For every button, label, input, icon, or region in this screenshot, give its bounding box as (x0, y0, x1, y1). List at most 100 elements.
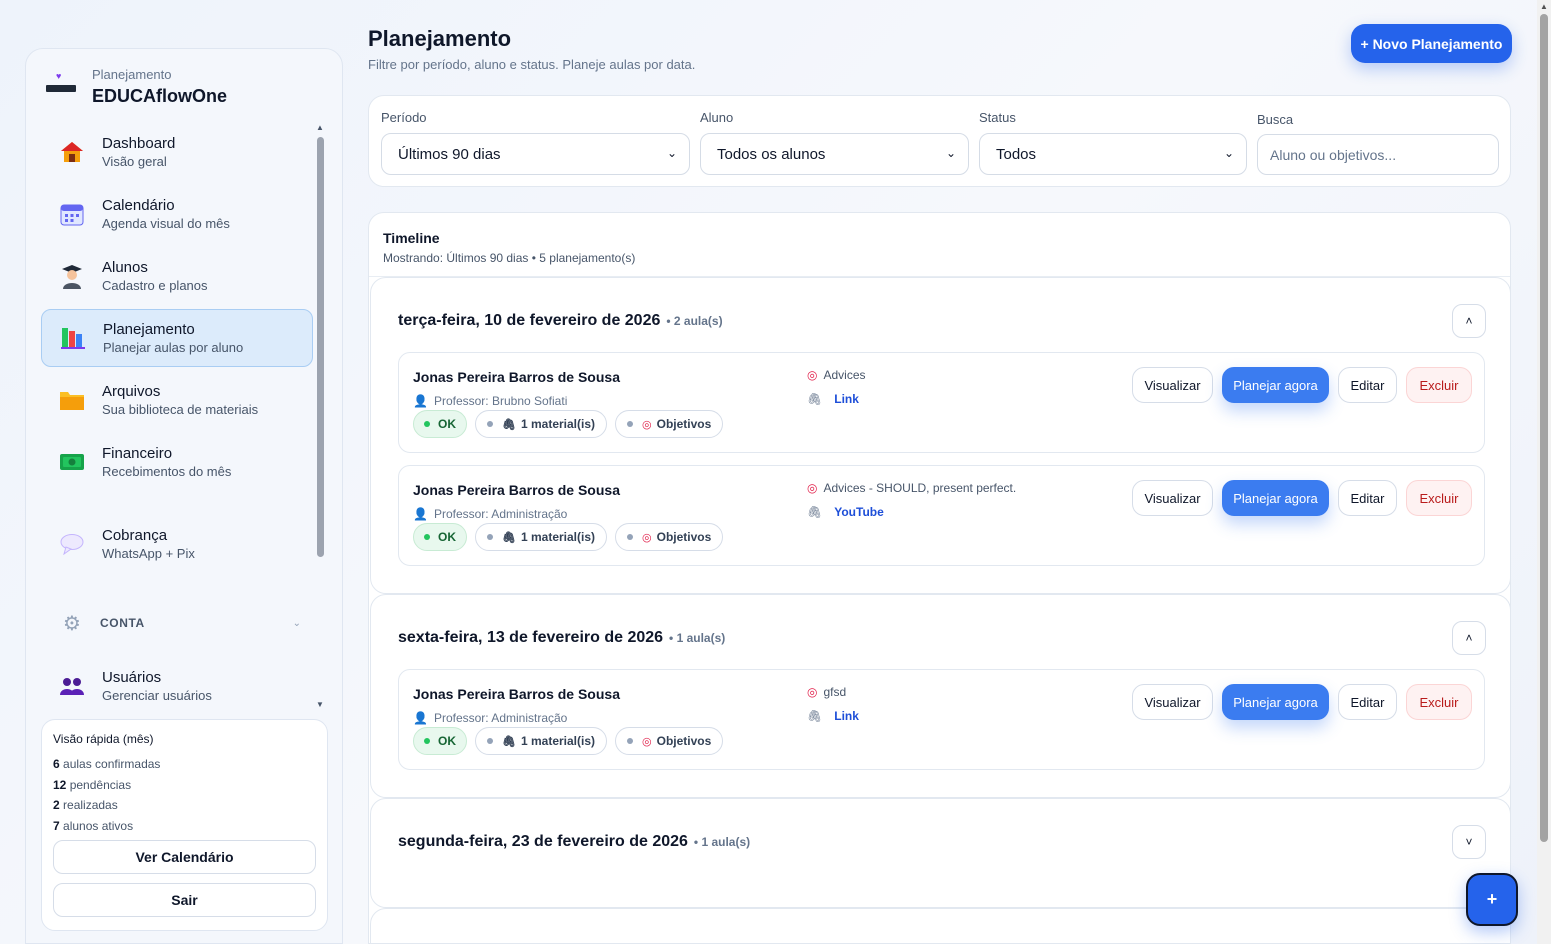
day-title: segunda-feira, 23 de fevereiro de 2026 • … (398, 833, 751, 850)
status-select[interactable]: Todos ⌄ (979, 133, 1247, 175)
status-badge: OK (413, 727, 467, 755)
chevron-down-icon: ⌄ (1223, 146, 1234, 160)
edit-button[interactable]: Editar (1338, 367, 1397, 403)
logout-button[interactable]: Sair (53, 883, 316, 917)
target-icon: ◎ (642, 418, 652, 431)
delete-button[interactable]: Excluir (1406, 367, 1472, 403)
materials-chip: 🖇 1 material(is) (475, 523, 608, 551)
target-icon: ◎ (807, 481, 818, 495)
fab-add-button[interactable]: + (1466, 873, 1518, 926)
edit-button[interactable]: Editar (1338, 684, 1397, 720)
sidebar-item-financeiro[interactable]: Financeiro Recebimentos do mês (41, 433, 313, 491)
sidebar-item-desc: Recebimentos do mês (102, 464, 232, 479)
scrollbar-thumb[interactable] (317, 137, 324, 557)
search-input[interactable] (1257, 134, 1499, 175)
status-badge: OK (413, 523, 467, 551)
professor: 👤 Professor: Brubno Sofiati (413, 394, 568, 408)
material: 🖇 Link (807, 709, 859, 723)
sidebar-item-label: Arquivos (102, 383, 161, 400)
plan-now-button[interactable]: Planejar agora (1222, 367, 1329, 403)
day-count: • 1 aula(s) (693, 835, 751, 849)
scroll-down-icon[interactable]: ▼ (315, 700, 325, 709)
brand-subtitle: Planejamento (92, 67, 172, 82)
status-label: Status (979, 110, 1016, 125)
material-link[interactable]: Link (834, 709, 859, 723)
new-planning-button[interactable]: + Novo Planejamento (1351, 24, 1512, 63)
student-name: Jonas Pereira Barros de Sousa (413, 369, 620, 385)
period-select[interactable]: Últimos 90 dias ⌄ (381, 133, 690, 175)
card-actions: Visualizar Planejar agora Editar Excluir (1132, 684, 1472, 720)
scrollbar-thumb[interactable] (1540, 14, 1548, 842)
material-link[interactable]: YouTube (834, 505, 884, 519)
person-icon: 👤 (413, 711, 428, 725)
sidebar-item-calendario[interactable]: Calendário Agenda visual do mês (41, 185, 313, 243)
sidebar-item-desc: Planejar aulas por aluno (103, 340, 244, 355)
student-value: Todos os alunos (717, 145, 826, 163)
sidebar-item-desc: Cadastro e planos (102, 278, 208, 293)
material-link[interactable]: Link (834, 392, 859, 406)
materials-chip: 🖇 1 material(is) (475, 727, 608, 755)
money-icon (58, 448, 86, 476)
sidebar-item-label: Usuários (102, 669, 162, 686)
edit-button[interactable]: Editar (1338, 480, 1397, 516)
period-label: Período (381, 110, 427, 125)
scroll-up-icon[interactable]: ▲ (1537, 2, 1551, 11)
objectives-chip: ◎ Objetivos (615, 523, 724, 551)
heart-icon: ♥ (56, 71, 62, 81)
sidebar-item-arquivos[interactable]: Arquivos Sua biblioteca de materiais (41, 371, 313, 429)
quick-stat: 2 realizadas (53, 798, 118, 812)
paperclip-icon: 🖇 (807, 392, 823, 406)
paperclip-icon: 🖇 (502, 418, 516, 431)
search-label: Busca (1257, 112, 1294, 127)
collapse-day-button[interactable]: ˄ (1452, 621, 1486, 655)
card-actions: Visualizar Planejar agora Editar Excluir (1132, 480, 1472, 516)
view-button[interactable]: Visualizar (1132, 480, 1213, 516)
delete-button[interactable]: Excluir (1406, 684, 1472, 720)
sidebar-scrollbar[interactable]: ▲ ▼ (315, 123, 325, 709)
person-icon: 👤 (413, 394, 428, 408)
view-button[interactable]: Visualizar (1132, 367, 1213, 403)
plan-now-button[interactable]: Planejar agora (1222, 684, 1329, 720)
brand: ♥ Planejamento EDUCAflowOne (46, 67, 227, 107)
section-conta-toggle[interactable]: ⚙ CONTA ⌄ (41, 611, 313, 635)
day-count: • 1 aula(s) (669, 631, 726, 645)
chevron-down-icon: ⌄ (945, 146, 956, 160)
sidebar-item-dashboard[interactable]: Dashboard Visão geral (41, 123, 313, 181)
page-title: Planejamento (368, 26, 512, 51)
sidebar-item-label: Dashboard (102, 135, 176, 152)
timeline-subtitle: Mostrando: Últimos 90 dias • 5 planejame… (383, 251, 636, 265)
sidebar-item-planejamento[interactable]: Planejamento Planejar aulas por aluno (41, 309, 313, 367)
sidebar-item-usuarios[interactable]: Usuários Gerenciar usuários (41, 657, 313, 709)
sidebar-item-desc: Gerenciar usuários (102, 688, 212, 703)
objective: ◎ gfsd (807, 685, 847, 699)
sidebar-item-label: Planejamento (103, 321, 195, 338)
sidebar-item-label: Alunos (102, 259, 148, 276)
planning-card: Jonas Pereira Barros de Sousa 👤 Professor… (398, 352, 1485, 453)
timeline-header: Timeline Mostrando: Últimos 90 dias • 5 … (369, 213, 1510, 277)
chevron-down-icon: ⌄ (666, 146, 677, 160)
sidebar-item-desc: Visão geral (102, 154, 167, 169)
paperclip-icon: 🖇 (807, 709, 823, 723)
target-icon: ◎ (642, 531, 652, 544)
expand-day-button[interactable]: ˅ (1452, 825, 1486, 859)
scroll-up-icon[interactable]: ▲ (315, 123, 325, 132)
view-button[interactable]: Visualizar (1132, 684, 1213, 720)
materials-chip: 🖇 1 material(is) (475, 410, 608, 438)
sidebar-item-label: Cobrança (102, 527, 168, 544)
quick-stat: 12 pendências (53, 777, 132, 792)
professor: 👤 Professor: Administração (413, 711, 568, 725)
student-select[interactable]: Todos os alunos ⌄ (700, 133, 969, 175)
material: 🖇 YouTube (807, 505, 884, 519)
sidebar-item-alunos[interactable]: Alunos Cadastro e planos (41, 247, 313, 305)
target-icon: ◎ (807, 368, 818, 382)
delete-button[interactable]: Excluir (1406, 480, 1472, 516)
period-value: Últimos 90 dias (398, 145, 501, 163)
page-scrollbar[interactable]: ▲ (1537, 0, 1551, 944)
collapse-day-button[interactable]: ˄ (1452, 304, 1486, 338)
users-icon (58, 672, 86, 700)
plan-now-button[interactable]: Planejar agora (1222, 480, 1329, 516)
sidebar-item-cobranca[interactable]: Cobrança WhatsApp + Pix (41, 515, 313, 573)
day-title: sexta-feira, 13 de fevereiro de 2026 • 1 … (398, 629, 726, 646)
ver-calendario-button[interactable]: Ver Calendário (53, 840, 316, 874)
student-name: Jonas Pereira Barros de Sousa (413, 686, 620, 702)
